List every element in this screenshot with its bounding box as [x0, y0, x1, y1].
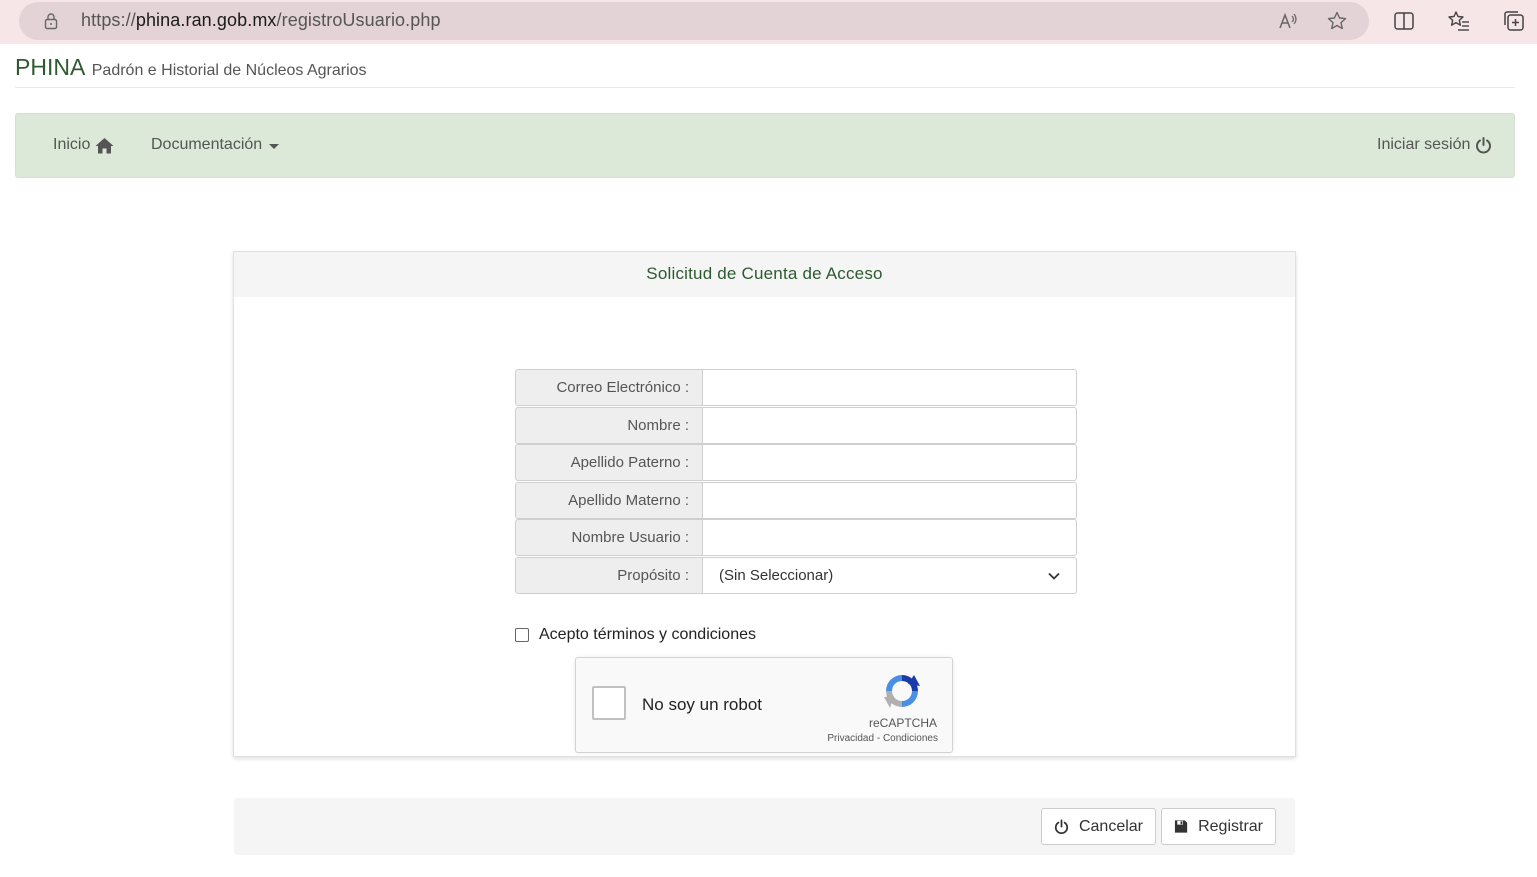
recaptcha-link-separator: - — [874, 733, 883, 744]
nav-login-link[interactable]: Iniciar sesión — [1377, 136, 1492, 154]
brand-subtitle: Padrón e Historial de Núcleos Agrarios — [91, 62, 367, 79]
browser-toolbar: https://phina.ran.gob.mx/registroUsuario… — [0, 0, 1537, 44]
recaptcha-privacy-link[interactable]: Privacidad — [827, 733, 874, 744]
register-label: Registrar — [1198, 817, 1263, 835]
terms-label: Acepto términos y condiciones — [539, 626, 756, 643]
nav-home-label: Inicio — [53, 136, 91, 153]
nav-login-label: Iniciar sesión — [1377, 136, 1471, 153]
username-field[interactable] — [703, 519, 1077, 556]
form-row-email: Correo Electrónico : — [515, 369, 1077, 406]
form-row-purpose: Propósito : (Sin Seleccionar) — [515, 557, 1077, 594]
collections-icon[interactable] — [1502, 9, 1526, 33]
form-row-name: Nombre : — [515, 407, 1077, 444]
read-aloud-icon[interactable] — [1277, 10, 1299, 32]
url-path: /registroUsuario.php — [276, 10, 441, 30]
purpose-selected-value: (Sin Seleccionar) — [719, 567, 834, 584]
url-host: phina.ran.gob.mx — [135, 10, 277, 30]
power-icon — [1476, 136, 1492, 153]
url-scheme: https:// — [81, 10, 136, 30]
nav-docs-label: Documentación — [151, 136, 263, 153]
purpose-select[interactable]: (Sin Seleccionar) — [703, 557, 1077, 594]
recaptcha-terms-link[interactable]: Condiciones — [883, 733, 938, 744]
form-row-maternal-surname: Apellido Materno : — [515, 482, 1077, 519]
url-text[interactable]: https://phina.ran.gob.mx/registroUsuario… — [81, 10, 441, 31]
terms-checkbox-row[interactable]: Acepto términos y condiciones — [515, 626, 756, 644]
recaptcha-widget: No soy un robot reCAPTCHA Privacidad - C… — [575, 657, 953, 753]
maternal-surname-label: Apellido Materno : — [515, 482, 703, 519]
name-field[interactable] — [703, 407, 1077, 444]
address-bar[interactable]: https://phina.ran.gob.mx/registroUsuario… — [19, 2, 1369, 40]
favorite-star-icon[interactable] — [1326, 10, 1348, 32]
cancel-button[interactable]: Cancelar — [1041, 808, 1156, 845]
favorites-icon[interactable] — [1447, 9, 1471, 33]
email-field[interactable] — [703, 369, 1077, 406]
split-screen-icon[interactable] — [1392, 9, 1416, 33]
recaptcha-brand: reCAPTCHA — [868, 716, 937, 730]
nav-home-link[interactable]: Inicio — [53, 136, 114, 154]
nav-docs-dropdown[interactable]: Documentación — [151, 136, 280, 154]
actions-bar: Cancelar Registrar — [234, 798, 1295, 855]
recaptcha-checkbox[interactable] — [592, 686, 626, 720]
home-icon — [95, 137, 114, 153]
brand-name: PHINA — [15, 54, 86, 80]
recaptcha-logo-icon — [884, 675, 920, 708]
main-navbar: Inicio Documentación Iniciar sesión — [15, 113, 1515, 178]
terms-checkbox[interactable] — [515, 628, 529, 642]
header-divider — [15, 87, 1515, 88]
recaptcha-label: No soy un robot — [642, 695, 763, 714]
cancel-label: Cancelar — [1078, 817, 1143, 835]
email-label: Correo Electrónico : — [515, 369, 703, 406]
power-icon — [1054, 819, 1069, 834]
registration-panel: Solicitud de Cuenta de Acceso Correo Ele… — [233, 251, 1296, 757]
paternal-surname-label: Apellido Paterno : — [515, 444, 703, 481]
purpose-label: Propósito : — [515, 557, 703, 594]
recaptcha-links: Privacidad - Condiciones — [827, 733, 938, 744]
register-button[interactable]: Registrar — [1161, 808, 1276, 845]
username-label: Nombre Usuario : — [515, 519, 703, 556]
name-label: Nombre : — [515, 407, 703, 444]
chevron-down-icon — [1048, 572, 1060, 580]
paternal-surname-field[interactable] — [703, 444, 1077, 481]
maternal-surname-field[interactable] — [703, 482, 1077, 519]
save-icon — [1174, 820, 1188, 833]
panel-title: Solicitud de Cuenta de Acceso — [234, 252, 1295, 297]
lock-icon[interactable] — [41, 11, 61, 31]
caret-down-icon — [269, 143, 280, 149]
form-row-username: Nombre Usuario : — [515, 519, 1077, 556]
site-brand[interactable]: PHINA Padrón e Historial de Núcleos Agra… — [15, 54, 367, 81]
form-row-paternal-surname: Apellido Paterno : — [515, 444, 1077, 481]
